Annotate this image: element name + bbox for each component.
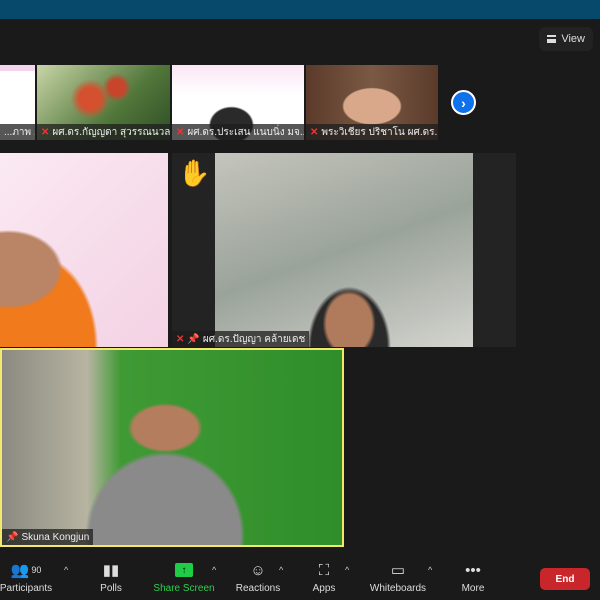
participant-name: 📌 Skuna Kongjun [2, 529, 94, 545]
participant-name: ✕ ผศ.ดร.กัญญดา สุวรรณนวล [37, 124, 170, 140]
grid-icon [547, 35, 557, 43]
apps-button[interactable]: ⛶ Apps [310, 560, 338, 595]
reactions-icon: ☺ [250, 561, 266, 579]
share-screen-button[interactable]: ↑ Share Screen [152, 560, 216, 594]
thumbnail-tile[interactable]: ✕ ผศ.ดร.ประเสน แนบนิ่ง มจ... [172, 65, 304, 140]
pin-icon: 📌 [6, 531, 19, 543]
whiteboard-icon: ▭ [390, 562, 406, 579]
view-button[interactable]: View [539, 27, 593, 51]
active-speaker-tile[interactable]: 📌 Skuna Kongjun [0, 348, 344, 547]
reactions-button[interactable]: ☺ Reactions [234, 560, 282, 595]
polls-button[interactable]: ▮▮ Polls [96, 560, 126, 594]
next-page-button[interactable]: › [451, 90, 476, 115]
thumbnail-tile[interactable]: ✕ ผศ.ดร.กัญญดา สุวรรณนวล [37, 65, 170, 140]
polls-icon: ▮▮ [102, 562, 120, 579]
muted-mic-icon: ✕ [176, 333, 185, 345]
participants-caret[interactable]: ^ [64, 565, 68, 575]
participants-button[interactable]: 👥 90 Participants [0, 560, 52, 594]
more-icon: ••• [465, 561, 481, 579]
more-button[interactable]: ••• More [458, 560, 488, 595]
title-bar [0, 0, 600, 19]
thumbnail-tile[interactable]: ✕ พระวิเชียร ปริชาโน ผศ.ดร. [306, 65, 438, 140]
video-tile[interactable] [0, 153, 168, 347]
meeting-toolbar [0, 555, 600, 600]
participant-name: ✕ พระวิเชียร ปริชาโน ผศ.ดร. [306, 124, 438, 140]
apps-caret[interactable]: ^ [345, 565, 349, 575]
participant-name: ✕ ผศ.ดร.ประเสน แนบนิ่ง มจ... [172, 124, 304, 140]
participants-icon: 👥 [10, 562, 30, 579]
end-meeting-button[interactable]: End [540, 568, 590, 590]
raised-hand-icon: ✋ [178, 158, 211, 188]
whiteboards-button[interactable]: ▭ Whiteboards [368, 560, 428, 594]
muted-mic-icon: ✕ [176, 126, 185, 138]
thumbnail-tile[interactable]: ...ภาพ ... [0, 65, 35, 140]
share-caret[interactable]: ^ [212, 565, 216, 575]
reactions-caret[interactable]: ^ [279, 565, 283, 575]
pin-icon: 📌 [187, 333, 200, 345]
share-screen-icon: ↑ [175, 563, 193, 577]
participant-video [215, 153, 473, 347]
participant-name: ...ภาพ ... [0, 124, 35, 140]
whiteboards-caret[interactable]: ^ [428, 565, 432, 575]
muted-mic-icon: ✕ [41, 126, 50, 138]
apps-icon: ⛶ [318, 561, 330, 579]
video-tile[interactable]: ✕ 📌 ผศ.ดร.ปัญญา คล้ายเดช [172, 153, 516, 347]
muted-mic-icon: ✕ [310, 126, 319, 138]
participant-name: ✕ 📌 ผศ.ดร.ปัญญา คล้ายเดช [172, 331, 310, 347]
